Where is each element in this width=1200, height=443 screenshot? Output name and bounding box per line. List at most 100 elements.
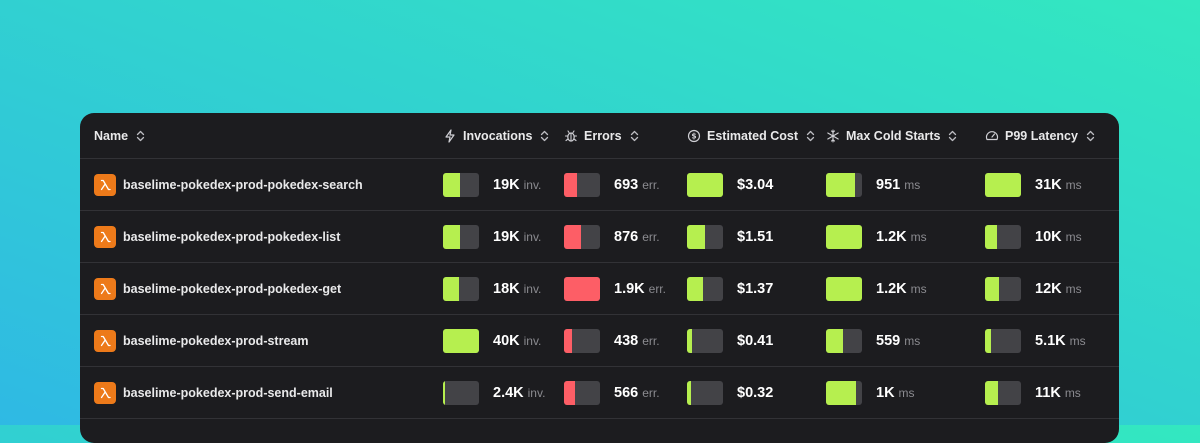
invocations-cell: 40K inv. bbox=[443, 315, 541, 366]
function-name[interactable]: baselime-pokedex-prod-pokedex-search bbox=[123, 178, 363, 192]
column-header-latency[interactable]: P99 Latency bbox=[985, 113, 1095, 158]
table-row[interactable]: baselime-pokedex-prod-pokedex-list 19K inv… bbox=[80, 211, 1119, 263]
cold-starts-unit: ms bbox=[910, 281, 927, 296]
bar-fill bbox=[443, 380, 445, 405]
table-row[interactable]: baselime-pokedex-prod-pokedex-get 18K inv.… bbox=[80, 263, 1119, 315]
function-name-cell[interactable]: baselime-pokedex-prod-stream bbox=[94, 315, 308, 366]
sort-icon[interactable] bbox=[136, 130, 145, 142]
dollar-circle-icon: $ bbox=[687, 129, 701, 143]
bar-fill bbox=[564, 380, 575, 405]
function-name[interactable]: baselime-pokedex-prod-pokedex-get bbox=[123, 282, 341, 296]
column-label-cost: Estimated Cost bbox=[707, 128, 798, 143]
sort-icon[interactable] bbox=[806, 130, 815, 142]
invocations-value: 19K bbox=[493, 176, 520, 193]
cost-bar bbox=[687, 380, 723, 405]
bar-fill bbox=[985, 380, 998, 405]
column-label-cold-starts: Max Cold Starts bbox=[846, 128, 941, 143]
errors-bar bbox=[564, 380, 600, 405]
cost-value: $1.37 bbox=[737, 280, 774, 297]
bar-fill bbox=[443, 276, 459, 301]
sort-icon[interactable] bbox=[948, 130, 957, 142]
invocations-cell: 19K inv. bbox=[443, 159, 541, 210]
cold-starts-value: 559 bbox=[876, 332, 901, 349]
cold-starts-unit: ms bbox=[904, 177, 921, 192]
errors-value: 566 bbox=[614, 384, 639, 401]
invocations-unit: inv. bbox=[523, 281, 542, 296]
cost-value: $0.32 bbox=[737, 384, 774, 401]
invocations-cell: 19K inv. bbox=[443, 211, 541, 262]
cost-cell: $1.37 bbox=[687, 263, 773, 314]
cold-starts-cell: 1.2K ms bbox=[826, 211, 927, 262]
errors-cell: 693 err. bbox=[564, 159, 660, 210]
sort-icon[interactable] bbox=[630, 130, 639, 142]
bar-fill bbox=[826, 172, 855, 197]
cost-bar bbox=[687, 276, 723, 301]
aws-lambda-icon bbox=[94, 329, 116, 352]
errors-cell: 876 err. bbox=[564, 211, 660, 262]
errors-bar bbox=[564, 276, 600, 301]
column-header-cold-starts[interactable]: Max Cold Starts bbox=[826, 113, 957, 158]
bar-fill bbox=[687, 328, 692, 353]
latency-bar bbox=[985, 380, 1021, 405]
bar-fill bbox=[443, 328, 479, 353]
table-row[interactable]: baselime-pokedex-prod-send-email 2.4K inv.… bbox=[80, 367, 1119, 419]
table-row[interactable]: baselime-pokedex-prod-stream 40K inv. 438 er… bbox=[80, 315, 1119, 367]
bar-fill bbox=[564, 224, 581, 249]
cold-starts-value: 1.2K bbox=[876, 228, 907, 245]
latency-value: 10K bbox=[1035, 228, 1062, 245]
function-name-cell[interactable]: baselime-pokedex-prod-pokedex-list bbox=[94, 211, 340, 262]
latency-value: 31K bbox=[1035, 176, 1062, 193]
function-name-cell[interactable]: baselime-pokedex-prod-send-email bbox=[94, 367, 333, 418]
cold-starts-bar bbox=[826, 172, 862, 197]
table-row[interactable]: baselime-pokedex-prod-pokedex-search 19K i… bbox=[80, 159, 1119, 211]
function-name[interactable]: baselime-pokedex-prod-pokedex-list bbox=[123, 230, 340, 244]
bar-fill bbox=[985, 172, 1021, 197]
latency-value: 12K bbox=[1035, 280, 1062, 297]
bar-fill bbox=[564, 328, 572, 353]
function-name-cell[interactable]: baselime-pokedex-prod-pokedex-get bbox=[94, 263, 341, 314]
function-name[interactable]: baselime-pokedex-prod-send-email bbox=[123, 386, 333, 400]
aws-lambda-icon bbox=[94, 173, 116, 196]
bug-icon bbox=[564, 129, 578, 143]
latency-unit: ms bbox=[1065, 281, 1082, 296]
bar-fill bbox=[826, 380, 856, 405]
latency-cell: 11K ms bbox=[985, 367, 1081, 418]
invocations-unit: inv. bbox=[523, 229, 542, 244]
cold-starts-unit: ms bbox=[910, 229, 927, 244]
invocations-value: 40K bbox=[493, 332, 520, 349]
cold-starts-value: 1.2K bbox=[876, 280, 907, 297]
invocations-cell: 2.4K inv. bbox=[443, 367, 545, 418]
latency-value: 5.1K bbox=[1035, 332, 1066, 349]
invocations-value: 2.4K bbox=[493, 384, 524, 401]
sort-icon[interactable] bbox=[540, 130, 549, 142]
table-header: Name Invocations Errors $ Estimated Cost… bbox=[80, 113, 1119, 159]
invocations-bar bbox=[443, 380, 479, 405]
cost-cell: $3.04 bbox=[687, 159, 773, 210]
cold-starts-cell: 1.2K ms bbox=[826, 263, 927, 314]
snowflake-icon bbox=[826, 128, 840, 143]
errors-unit: err. bbox=[642, 385, 660, 400]
cold-starts-bar bbox=[826, 380, 862, 405]
cold-starts-bar bbox=[826, 224, 862, 249]
sort-icon[interactable] bbox=[1086, 130, 1095, 142]
function-name-cell[interactable]: baselime-pokedex-prod-pokedex-search bbox=[94, 159, 363, 210]
bar-fill bbox=[826, 224, 862, 249]
lightning-icon bbox=[443, 128, 457, 143]
column-header-errors[interactable]: Errors bbox=[564, 113, 639, 158]
latency-cell: 31K ms bbox=[985, 159, 1082, 210]
errors-value: 438 bbox=[614, 332, 639, 349]
function-name[interactable]: baselime-pokedex-prod-stream bbox=[123, 334, 308, 348]
bar-fill bbox=[687, 380, 691, 405]
bar-fill bbox=[687, 276, 703, 301]
cost-cell: $0.32 bbox=[687, 367, 773, 418]
bar-fill bbox=[985, 328, 991, 353]
cost-value: $1.51 bbox=[737, 228, 774, 245]
column-header-name[interactable]: Name bbox=[94, 113, 145, 158]
invocations-bar bbox=[443, 328, 479, 353]
column-header-cost[interactable]: $ Estimated Cost bbox=[687, 113, 815, 158]
cost-bar bbox=[687, 172, 723, 197]
aws-lambda-icon bbox=[94, 381, 116, 404]
invocations-unit: inv. bbox=[523, 177, 542, 192]
invocations-value: 19K bbox=[493, 228, 520, 245]
column-header-invocations[interactable]: Invocations bbox=[443, 113, 549, 158]
